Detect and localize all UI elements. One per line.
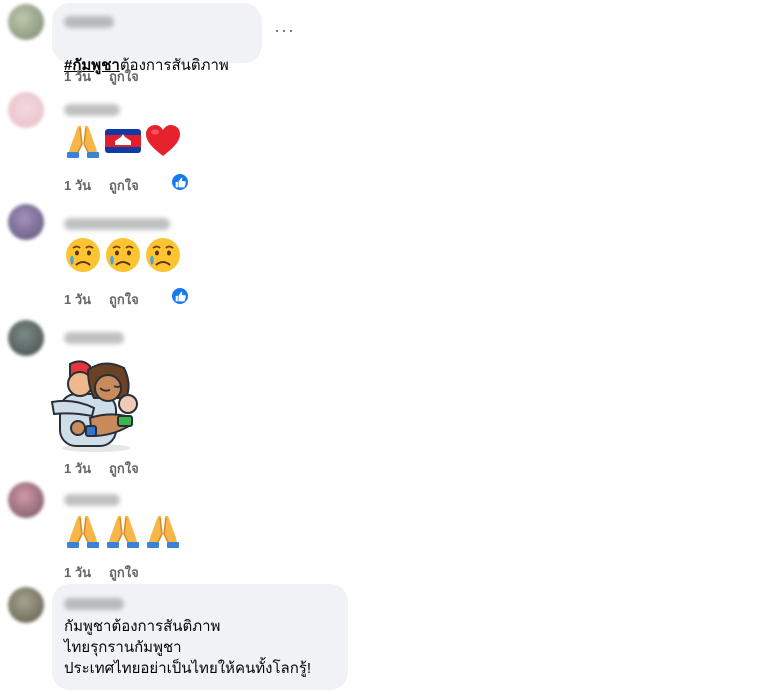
timestamp-link[interactable]: 1 วัน (64, 175, 91, 196)
more-options-icon[interactable]: ··· (274, 20, 295, 41)
crying-face-icon (65, 237, 101, 273)
comment-meta: 1 วัน ถูกใจ (64, 562, 139, 583)
commenter-name[interactable] (64, 494, 120, 506)
timestamp-link[interactable]: 1 วัน (64, 66, 91, 87)
folded-hands-icon (106, 515, 140, 549)
cambodia-flag-icon (105, 129, 141, 153)
avatar[interactable] (8, 204, 44, 240)
like-button[interactable]: ถูกใจ (109, 458, 139, 479)
thumbs-up-icon[interactable] (170, 286, 190, 306)
like-button[interactable]: ถูกใจ (109, 289, 139, 310)
commenter-name[interactable] (64, 332, 124, 344)
comment-meta: 1 วัน ถูกใจ (64, 175, 139, 196)
hug-sticker-icon (50, 360, 138, 452)
avatar[interactable] (8, 92, 44, 128)
comment-meta: 1 วัน ถูกใจ (64, 66, 139, 87)
avatar[interactable] (8, 320, 44, 356)
emoji-row (64, 512, 182, 550)
avatar[interactable] (8, 587, 44, 623)
timestamp-link[interactable]: 1 วัน (64, 562, 91, 583)
like-button[interactable]: ถูกใจ (109, 562, 139, 583)
emoji-row (64, 236, 182, 274)
folded-hands-icon (66, 125, 100, 159)
comment-text: กัมพูชาต้องการสันติภาพ ไทยรุกรานกัมพูชา … (64, 618, 312, 677)
commenter-name[interactable] (64, 104, 120, 116)
comment-meta: 1 วัน ถูกใจ (64, 289, 139, 310)
emoji-row (64, 122, 182, 160)
timestamp-link[interactable]: 1 วัน (64, 458, 91, 479)
comment-meta: 1 วัน ถูกใจ (64, 458, 139, 479)
timestamp-link[interactable]: 1 วัน (64, 289, 91, 310)
crying-face-icon (105, 237, 141, 273)
thumbs-up-icon[interactable] (170, 172, 190, 192)
folded-hands-icon (146, 515, 180, 549)
folded-hands-icon (66, 515, 100, 549)
red-heart-icon (146, 125, 180, 156)
commenter-name[interactable] (64, 218, 170, 230)
avatar[interactable] (8, 482, 44, 518)
avatar[interactable] (8, 4, 44, 40)
commenter-name[interactable] (64, 16, 114, 28)
like-button[interactable]: ถูกใจ (109, 175, 139, 196)
crying-face-icon (145, 237, 181, 273)
like-button[interactable]: ถูกใจ (109, 66, 139, 87)
commenter-name[interactable] (64, 598, 124, 610)
